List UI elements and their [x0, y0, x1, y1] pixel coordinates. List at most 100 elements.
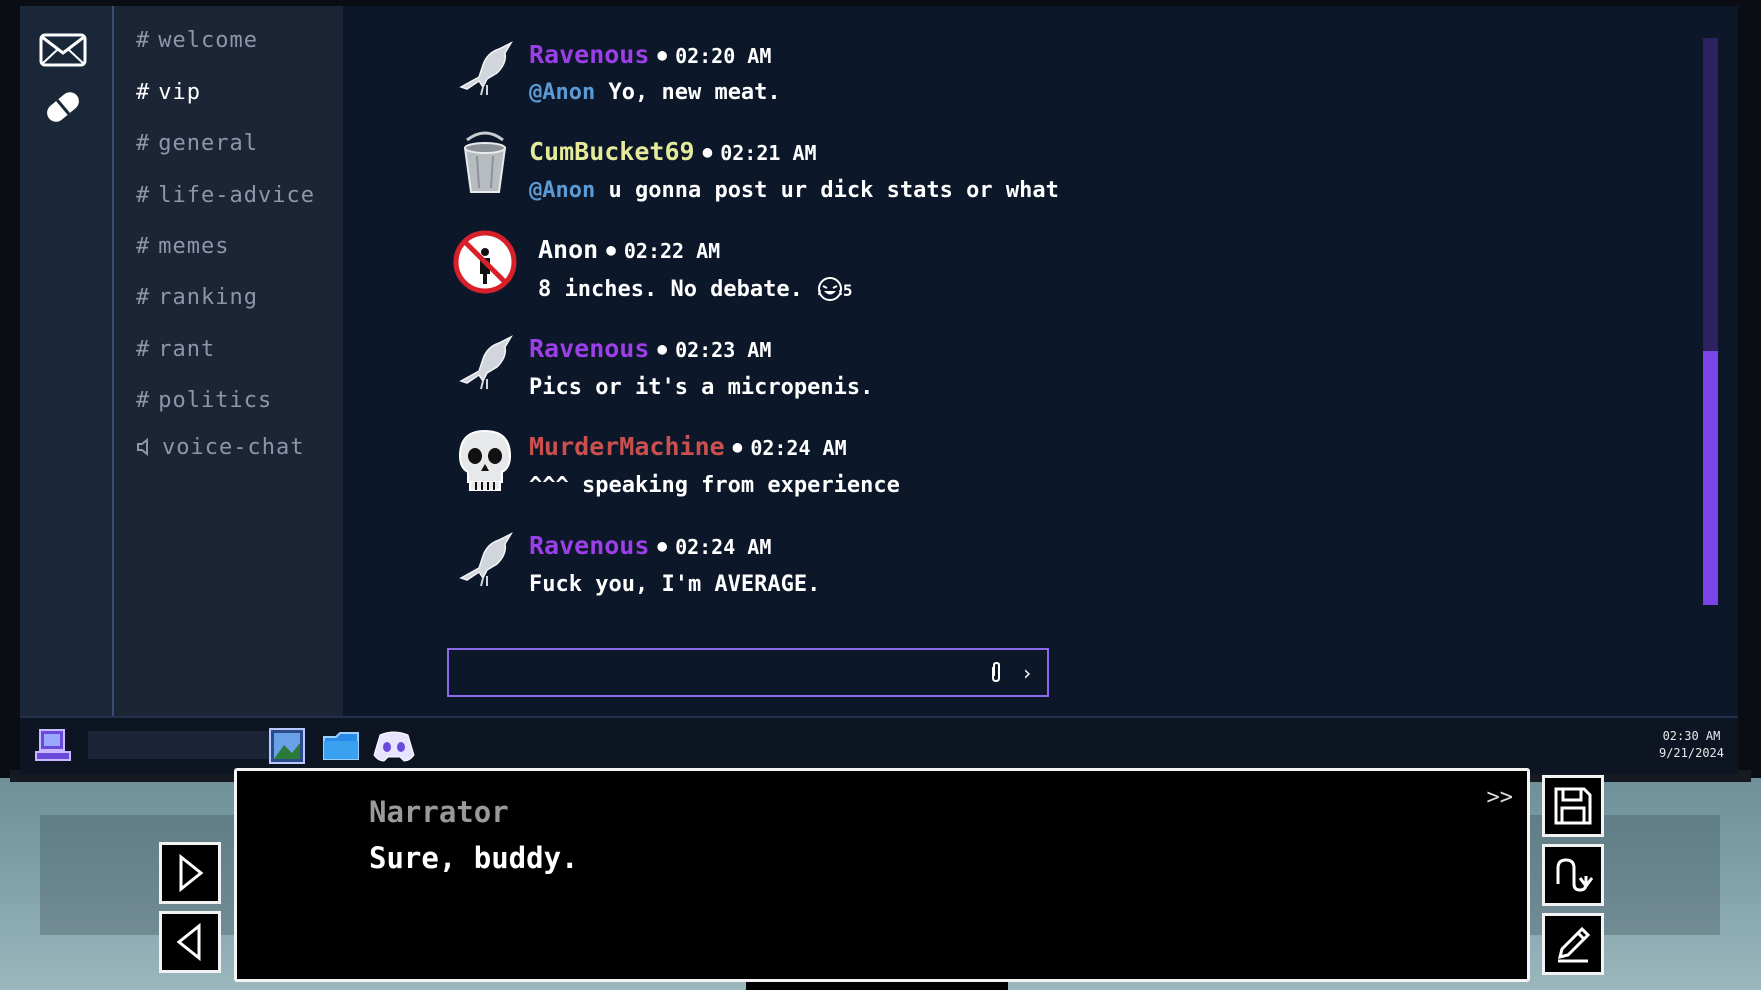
photo-viewer-icon[interactable]: [268, 727, 306, 765]
bucket-icon[interactable]: [452, 130, 518, 196]
username[interactable]: Ravenous: [529, 531, 649, 560]
channel-label: ranking: [158, 285, 258, 310]
taskbar-clock[interactable]: 02:30 AM 9/21/2024: [1659, 728, 1724, 762]
channel-hash: #: [136, 183, 151, 208]
no-entry-icon[interactable]: [452, 229, 518, 295]
timestamp: 02:20 AM: [675, 44, 772, 68]
username[interactable]: MurderMachine: [529, 432, 725, 461]
channel-hash: #: [136, 388, 151, 413]
channel-hash: #: [136, 80, 151, 105]
channel-hash: #: [136, 28, 151, 53]
speaker-icon: [137, 437, 148, 457]
channel-voice-chat[interactable]: voice-chat: [136, 435, 304, 460]
crying-laughing-emoji-icon: [817, 277, 842, 301]
mention[interactable]: @Anon: [529, 80, 595, 105]
chat-scrollbar[interactable]: [1703, 38, 1718, 605]
mail-icon[interactable]: [37, 24, 89, 76]
channel-memes[interactable]: # memes: [136, 234, 229, 259]
taskbar: 02:30 AM 9/21/2024: [20, 716, 1738, 774]
floppy-save-icon: [1554, 787, 1592, 825]
timestamp: 02:24 AM: [675, 535, 772, 559]
separator-dot: ●: [702, 142, 713, 161]
message-text: @Anon Yo, new meat.: [529, 80, 781, 105]
username[interactable]: Ravenous: [529, 40, 649, 69]
username[interactable]: CumBucket69: [529, 137, 695, 166]
bottom-strip: [746, 982, 1008, 990]
pill-icon[interactable]: [37, 81, 89, 133]
message-header: Ravenous ● 02:23 AM: [529, 334, 771, 363]
channel-hash: #: [136, 337, 151, 362]
channel-hash: #: [136, 285, 151, 310]
channel-label: politics: [158, 388, 273, 413]
crow-icon[interactable]: [452, 328, 518, 394]
crow-icon[interactable]: [452, 525, 518, 591]
timestamp: 02:21 AM: [720, 141, 817, 165]
computer-start-icon[interactable]: [34, 728, 72, 768]
message-header: Ravenous ● 02:20 AM: [529, 40, 771, 69]
username[interactable]: Anon: [538, 235, 598, 264]
play-back-icon: [176, 922, 201, 962]
message-text: @Anon u gonna post ur dick stats or what: [529, 178, 1059, 203]
channel-label: memes: [158, 234, 230, 259]
skip-button[interactable]: >>: [1487, 785, 1514, 810]
channel-label: vip: [158, 80, 201, 105]
channel-welcome[interactable]: # welcome: [136, 28, 258, 53]
send-chevron-icon[interactable]: ›: [1021, 661, 1033, 685]
clock-date: 9/21/2024: [1658, 746, 1724, 760]
reaction-count: 5: [842, 281, 853, 300]
message-header: CumBucket69 ● 02:21 AM: [529, 137, 817, 166]
message-text: Pics or it's a micropenis.: [529, 375, 873, 400]
channel-vip[interactable]: # vip: [136, 80, 201, 105]
server-sidebar: [20, 6, 112, 716]
channel-label: general: [158, 131, 258, 156]
save-button[interactable]: [1542, 775, 1604, 837]
channel-ranking[interactable]: # ranking: [136, 285, 258, 310]
channel-rant[interactable]: # rant: [136, 337, 215, 362]
separator-dot: ●: [657, 45, 668, 64]
channel-politics[interactable]: # politics: [136, 388, 272, 413]
timestamp: 02:22 AM: [623, 239, 721, 263]
edit-button[interactable]: [1542, 913, 1604, 975]
message-input[interactable]: ›: [447, 648, 1049, 697]
channel-hash: #: [136, 131, 151, 156]
chat-app-icon[interactable]: [372, 727, 415, 765]
forward-button[interactable]: [159, 842, 221, 904]
clock-time: 02:30 AM: [1662, 729, 1721, 743]
message-body: Fuck you, I'm AVERAGE.: [529, 572, 821, 597]
separator-dot: ●: [606, 240, 616, 259]
scrollbar-thumb[interactable]: [1703, 351, 1718, 605]
channel-general[interactable]: # general: [136, 131, 258, 156]
timestamp: 02:23 AM: [675, 338, 772, 362]
loop-arrow-icon: [1556, 858, 1594, 892]
message-header: MurderMachine ● 02:24 AM: [529, 432, 847, 461]
speaker-name: Narrator: [369, 795, 509, 829]
crow-icon[interactable]: [452, 34, 518, 100]
chat-app-screen: # welcome # vip # general # life-advice # mem…: [20, 6, 1738, 774]
channel-hash: #: [136, 234, 151, 259]
back-button[interactable]: [159, 911, 221, 973]
message-body: Yo, new meat.: [608, 80, 781, 105]
channel-label: life-advice: [158, 183, 315, 208]
message-body: 8 inches. No debate.: [538, 277, 803, 302]
message-body: u gonna post ur dick stats or what: [608, 178, 1059, 203]
username[interactable]: Ravenous: [529, 334, 649, 363]
separator-dot: ●: [657, 536, 668, 555]
taskbar-search[interactable]: [88, 731, 272, 759]
message-body: Pics or it's a micropenis.: [529, 375, 874, 400]
paperclip-icon[interactable]: [989, 661, 1003, 683]
channel-label: voice-chat: [162, 435, 305, 460]
channel-life-advice[interactable]: # life-advice: [136, 183, 315, 208]
message-body: ^^^ speaking from experience: [529, 473, 900, 498]
reaction[interactable]: 5: [817, 277, 853, 301]
folder-icon[interactable]: [322, 727, 360, 765]
skull-icon[interactable]: [452, 428, 518, 494]
dialogue-line: Sure, buddy.: [369, 841, 579, 875]
channel-label: welcome: [158, 28, 258, 53]
message-header: Ravenous ● 02:24 AM: [529, 531, 771, 560]
pencil-icon: [1557, 926, 1591, 963]
message-text: Fuck you, I'm AVERAGE.: [529, 572, 820, 597]
mention[interactable]: @Anon: [529, 178, 595, 203]
dialogue-box[interactable]: Narrator Sure, buddy. >>: [234, 768, 1530, 982]
load-button[interactable]: [1542, 844, 1604, 906]
separator-dot: ●: [732, 437, 743, 456]
